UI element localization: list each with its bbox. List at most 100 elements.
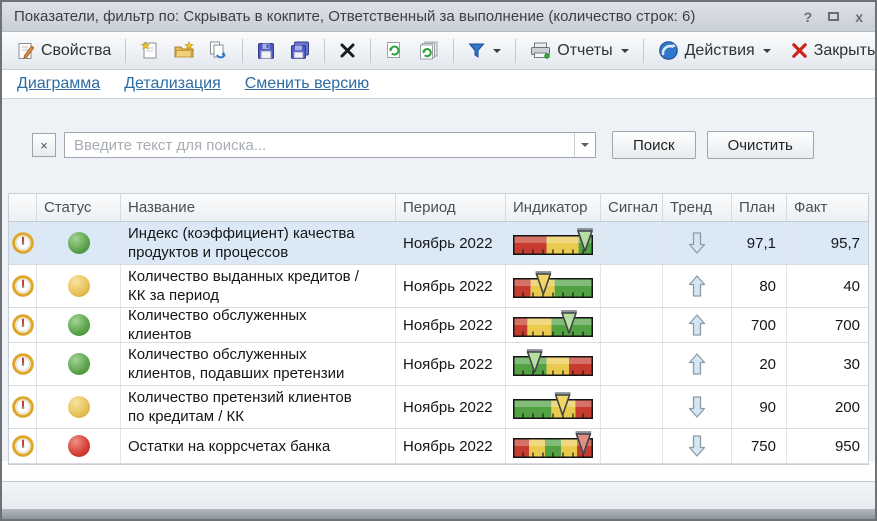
cell-signal [601, 343, 663, 385]
properties-button[interactable]: Свойства [12, 39, 116, 63]
gauge-icon [12, 435, 34, 457]
cell-status [37, 386, 121, 428]
link-detail[interactable]: Детализация [124, 75, 221, 93]
column-header-period[interactable]: Период [396, 194, 506, 221]
chevron-down-icon [493, 49, 501, 53]
cell-signal [601, 265, 663, 307]
filter-button[interactable] [463, 39, 506, 62]
cell-fact: 950 [787, 429, 870, 463]
column-header-fact[interactable]: Факт [787, 194, 870, 221]
cell-status [37, 429, 121, 463]
indicators-table: СтатусНазваниеПериодИндикаторСигналТренд… [8, 193, 869, 465]
toolbar-separator [125, 39, 126, 63]
save-all-button[interactable] [285, 38, 315, 63]
status-ball-green [68, 314, 90, 336]
trend-down-icon [688, 232, 706, 254]
refresh-icon [385, 41, 404, 60]
cell-icon [9, 265, 37, 307]
cell-signal [601, 222, 663, 264]
column-header-icon[interactable] [9, 194, 37, 221]
save-all-icon [290, 41, 310, 60]
cell-name: Количество выданных кредитов / КК за пер… [121, 265, 396, 307]
close-red-x-icon [791, 42, 808, 59]
toolbar-separator [324, 39, 325, 63]
cell-icon [9, 308, 37, 342]
table-row[interactable]: Количество обслуженных клиентовНоябрь 20… [9, 308, 868, 343]
cell-signal [601, 429, 663, 463]
cell-indicator [506, 265, 601, 307]
refresh-button[interactable] [380, 38, 409, 63]
toolbar-separator [515, 39, 516, 63]
search-dropdown-button[interactable] [574, 133, 595, 157]
trend-up-icon [688, 353, 706, 375]
status-ball-yellow [68, 396, 90, 418]
content-area: × Поиск Очистить СтатусНазваниеПериодИнд… [2, 99, 875, 481]
properties-icon [17, 42, 35, 60]
save-button[interactable] [252, 39, 280, 63]
new-document-icon [140, 41, 159, 60]
open-button[interactable] [169, 38, 199, 63]
search-input[interactable] [65, 133, 574, 157]
copy-button[interactable] [204, 38, 233, 63]
link-change-version[interactable]: Сменить версию [245, 75, 369, 93]
chevron-down-icon [763, 49, 771, 53]
column-header-name[interactable]: Название [121, 194, 396, 221]
gauge-icon [12, 314, 34, 336]
clear-button[interactable]: Очистить [707, 131, 814, 159]
cell-fact: 95,7 [787, 222, 870, 264]
delete-button[interactable] [334, 39, 361, 62]
reports-button[interactable]: Отчеты [525, 39, 633, 63]
trend-up-icon [688, 275, 706, 297]
new-button[interactable] [135, 38, 164, 63]
links-bar: Диаграмма Детализация Сменить версию [2, 70, 875, 99]
window-controls: ? x [804, 10, 863, 24]
search-reset-button[interactable]: × [32, 133, 56, 157]
chevron-down-icon [581, 143, 589, 147]
cell-status [37, 308, 121, 342]
close-window-button[interactable]: x [855, 10, 863, 24]
cell-indicator [506, 386, 601, 428]
cell-fact: 700 [787, 308, 870, 342]
gauge-icon [12, 232, 34, 254]
cell-icon [9, 343, 37, 385]
column-header-status[interactable]: Статус [37, 194, 121, 221]
help-button[interactable]: ? [804, 10, 813, 24]
cell-trend [663, 222, 732, 264]
toolbar-separator [242, 39, 243, 63]
cell-trend [663, 308, 732, 342]
actions-button[interactable]: Действия [653, 37, 776, 64]
cell-trend [663, 386, 732, 428]
indicator-bar [513, 310, 593, 340]
titlebar: Показатели, фильтр по: Скрывать в кокпит… [2, 2, 875, 32]
column-header-indicator[interactable]: Индикатор [506, 194, 601, 221]
cell-period: Ноябрь 2022 [396, 429, 506, 463]
gauge-icon [12, 275, 34, 297]
table-row[interactable]: Индекс (коэффициент) качества продуктов … [9, 222, 868, 265]
delete-icon [339, 42, 356, 59]
close-button[interactable]: Закрыть [786, 39, 877, 63]
maximize-button[interactable] [828, 12, 839, 21]
refresh-all-button[interactable] [414, 38, 444, 63]
cell-name: Индекс (коэффициент) качества продуктов … [121, 222, 396, 264]
indicator-bar [513, 431, 593, 461]
cell-fact: 40 [787, 265, 870, 307]
cell-period: Ноябрь 2022 [396, 343, 506, 385]
column-header-trend[interactable]: Тренд [663, 194, 732, 221]
cell-status [37, 343, 121, 385]
app-window: Показатели, фильтр по: Скрывать в кокпит… [0, 0, 877, 521]
cell-plan: 97,1 [732, 222, 787, 264]
search-row: × Поиск Очистить [32, 131, 814, 159]
cell-status [37, 265, 121, 307]
actions-label: Действия [685, 42, 755, 60]
table-row[interactable]: Количество выданных кредитов / КК за пер… [9, 265, 868, 308]
column-header-plan[interactable]: План [732, 194, 787, 221]
table-row[interactable]: Количество обслуженных клиентов, подавши… [9, 343, 868, 386]
search-button[interactable]: Поиск [612, 131, 696, 159]
cell-trend [663, 265, 732, 307]
column-header-signal[interactable]: Сигнал [601, 194, 663, 221]
properties-label: Свойства [41, 42, 111, 60]
link-diagram[interactable]: Диаграмма [17, 75, 100, 93]
table-row[interactable]: Остатки на коррсчетах банкаНоябрь 202275… [9, 429, 868, 464]
table-row[interactable]: Количество претензий клиентов по кредита… [9, 386, 868, 429]
cell-trend [663, 429, 732, 463]
